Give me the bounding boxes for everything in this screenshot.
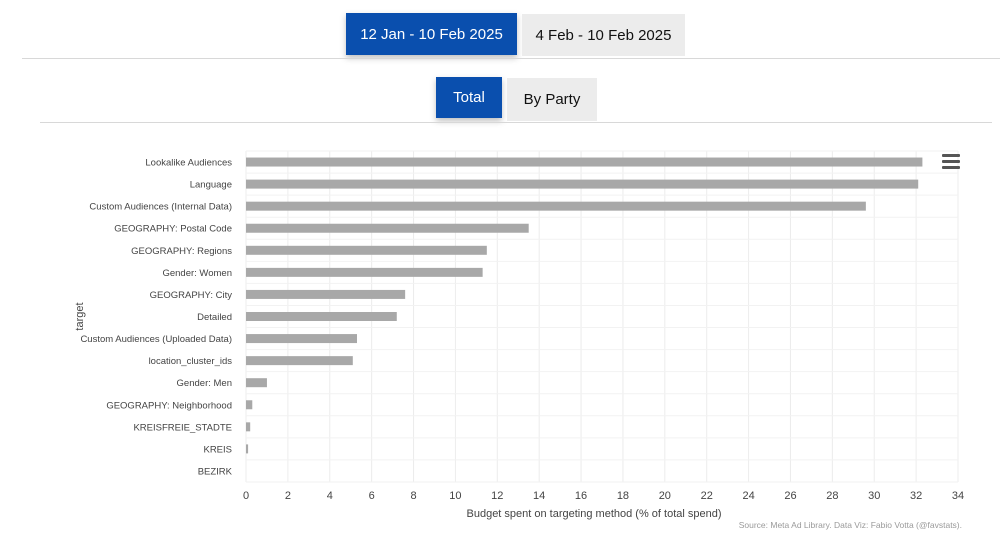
category-label: BEZIRK: [198, 466, 233, 477]
x-tick-label: 30: [868, 490, 880, 502]
bar: [246, 201, 866, 211]
x-tick-label: 2: [285, 490, 291, 502]
x-tick-label: 18: [617, 490, 629, 502]
x-tick-label: 16: [575, 490, 587, 502]
x-tick-label: 14: [533, 490, 545, 502]
bar-chart: Lookalike Audiences Language Custom Audien…: [74, 150, 964, 520]
bar: [246, 422, 251, 432]
category-label: location_cluster_ids: [149, 356, 233, 367]
category-label: GEOGRAPHY: Neighborhood: [106, 400, 232, 411]
bar: [246, 289, 406, 299]
bar: [246, 267, 483, 277]
category-label: Custom Audiences (Internal Data): [89, 202, 232, 213]
x-tick-label: 28: [826, 490, 838, 502]
x-tick-label: 34: [952, 490, 964, 502]
source-note: Source: Meta Ad Library. Data Viz: Fabio…: [738, 520, 962, 530]
x-tick-label: 12: [491, 490, 503, 502]
bar: [246, 334, 357, 344]
x-axis-label: Budget spent on targeting method (% of t…: [467, 508, 722, 520]
x-tick-label: 20: [659, 490, 671, 502]
category-label: GEOGRAPHY: City: [150, 290, 233, 301]
bar: [246, 444, 249, 454]
x-tick-label: 6: [369, 490, 375, 502]
x-tick-label: 10: [449, 490, 461, 502]
category-label: KREISFREIE_STADTE: [133, 422, 232, 433]
bar: [246, 400, 253, 410]
x-tick-label: 32: [910, 490, 922, 502]
category-label: KREIS: [203, 444, 232, 455]
bar: [246, 157, 923, 167]
bar: [246, 179, 919, 189]
hamburger-menu-icon[interactable]: [942, 154, 960, 170]
y-axis-label: target: [74, 302, 86, 330]
bar: [246, 378, 267, 388]
bar: [246, 356, 353, 366]
category-label: GEOGRAPHY: Postal Code: [114, 224, 232, 235]
category-label: GEOGRAPHY: Regions: [131, 246, 232, 257]
category-label: Custom Audiences (Uploaded Data): [80, 334, 232, 345]
category-label: Language: [190, 180, 232, 191]
category-label: Gender: Men: [177, 378, 232, 389]
x-tick-label: 8: [410, 490, 416, 502]
x-tick-label: 24: [742, 490, 754, 502]
bar: [246, 245, 487, 255]
category-label: Detailed: [197, 312, 232, 323]
x-tick-label: 4: [327, 490, 333, 502]
bar: [246, 312, 397, 321]
x-tick-label: 22: [701, 490, 713, 502]
category-label: Lookalike Audiences: [145, 158, 232, 169]
x-tick-label: 0: [243, 490, 249, 502]
category-label: Gender: Women: [162, 268, 232, 279]
x-tick-label: 26: [784, 490, 796, 502]
bar: [246, 223, 529, 233]
